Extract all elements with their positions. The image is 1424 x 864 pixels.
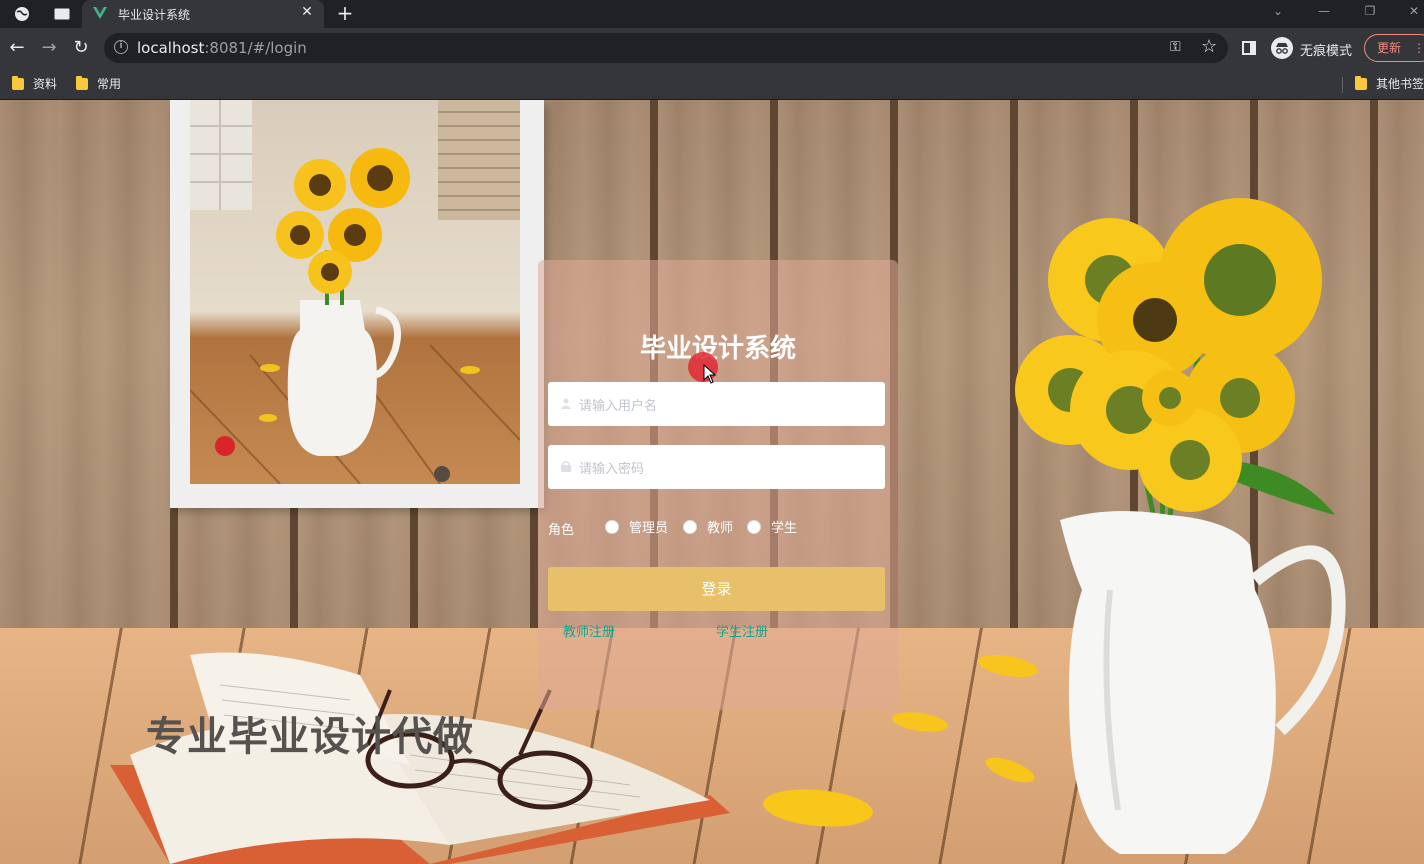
tab-search-icon[interactable]	[52, 4, 72, 24]
username-input[interactable]: 请输入用户名	[548, 382, 885, 426]
bookmark-folder-changyong[interactable]: 常用	[76, 75, 121, 92]
framed-picture	[170, 100, 544, 508]
new-tab-button[interactable]: +	[334, 1, 356, 25]
bookmark-folder-other[interactable]: 其他书签	[1355, 75, 1424, 92]
tab-strip: 毕业设计系统 ✕ + ⌄ — ❐ ✕	[0, 0, 1424, 28]
password-key-icon[interactable]: ⚿	[1170, 39, 1181, 55]
vue-logo-icon	[92, 5, 108, 25]
update-button[interactable]: 更新 ⋮	[1364, 34, 1424, 62]
role-radio-student[interactable]: 学生	[747, 517, 797, 536]
login-form: 毕业设计系统 请输入用户名 请输入密码 角色 管理员 教师 学生 登录 教师注册…	[538, 260, 898, 710]
password-placeholder: 请输入密码	[579, 462, 645, 477]
side-panel-icon[interactable]	[1242, 41, 1256, 55]
lock-icon	[561, 461, 571, 472]
mouse-pointer-icon	[703, 364, 717, 384]
restore-icon[interactable]: ❐	[1360, 4, 1380, 18]
tab-search-chevron-icon[interactable]: ⌄	[1268, 4, 1288, 18]
bookmark-folder-ziliao[interactable]: 资料	[12, 75, 57, 92]
login-button[interactable]: 登录	[548, 567, 885, 611]
background-slogan: 专业毕业设计代做	[146, 714, 474, 760]
picture-scene	[190, 100, 520, 484]
incognito-icon[interactable]	[1271, 37, 1293, 59]
minimize-icon[interactable]: —	[1314, 4, 1334, 18]
login-page: 专业毕业设计代做 毕业设计系统 请输入用户名 请输入密码 角色 管理员 教师 学…	[0, 100, 1424, 864]
bookmark-star-icon[interactable]: ☆	[1201, 36, 1217, 57]
browser-toolbar: ← → ↻ i localhost:8081/#/login ⚿ ☆ 无痕模式 …	[0, 28, 1424, 68]
back-icon[interactable]: ←	[5, 36, 29, 60]
active-tab[interactable]: 毕业设计系统 ✕	[82, 0, 324, 28]
tab-close-icon[interactable]: ✕	[298, 3, 316, 21]
folder-icon	[12, 75, 24, 90]
globe-icon[interactable]	[12, 4, 32, 24]
role-label: 角色	[548, 523, 575, 538]
radio-circle[interactable]	[683, 519, 697, 534]
folder-icon	[1355, 75, 1367, 90]
menu-dots-icon[interactable]: ⋮	[1413, 41, 1424, 55]
radio-circle[interactable]	[747, 519, 761, 534]
teacher-register-link[interactable]: 教师注册	[563, 621, 615, 640]
radio-circle[interactable]	[605, 519, 619, 534]
role-radio-admin[interactable]: 管理员	[605, 517, 668, 536]
address-bar[interactable]: i localhost:8081/#/login ⚿ ☆	[104, 33, 1228, 63]
reload-icon[interactable]: ↻	[69, 36, 93, 60]
login-title: 毕业设计系统	[639, 334, 796, 364]
url-text[interactable]: localhost:8081/#/login	[137, 39, 307, 57]
password-input[interactable]: 请输入密码	[548, 445, 885, 489]
close-window-icon[interactable]: ✕	[1404, 4, 1424, 18]
tab-title: 毕业设计系统	[118, 8, 191, 22]
incognito-label: 无痕模式	[1300, 44, 1353, 59]
folder-icon	[76, 75, 88, 90]
role-radio-teacher[interactable]: 教师	[683, 517, 733, 536]
forward-icon[interactable]: →	[37, 36, 61, 60]
user-icon	[561, 398, 571, 409]
site-info-icon[interactable]: i	[114, 40, 128, 54]
username-placeholder: 请输入用户名	[579, 399, 658, 414]
role-selector: 角色 管理员 教师 学生	[548, 517, 888, 539]
bookmarks-divider	[1342, 77, 1343, 93]
bookmarks-bar: 资料 常用 其他书签	[0, 68, 1424, 100]
student-register-link[interactable]: 学生注册	[716, 621, 768, 640]
